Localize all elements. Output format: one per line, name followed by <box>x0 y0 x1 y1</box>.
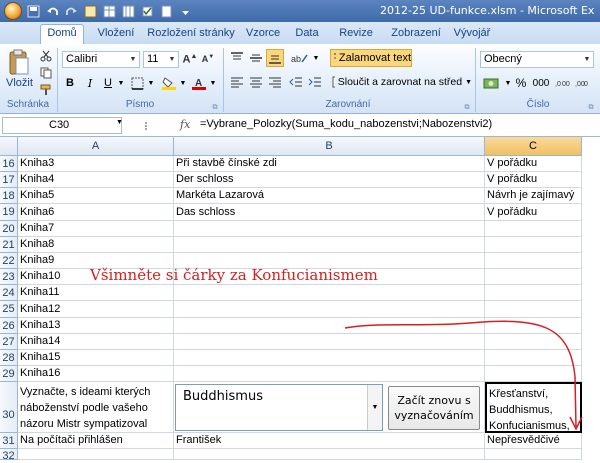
font-size-value: 11 <box>147 53 159 65</box>
chevron-down-icon[interactable]: ▼ <box>209 74 217 92</box>
worksheet-grid[interactable]: A B C 16 Kniha3 Při stavbě čínské zdi V poř… <box>0 137 600 462</box>
sheet-icon[interactable] <box>158 3 174 19</box>
chevron-down-icon: ▼ <box>583 56 591 63</box>
chevron-down-icon: ▼ <box>465 78 472 86</box>
shrink-font-icon[interactable]: A▼ <box>200 50 216 68</box>
alignment-group-label: Zarovnání <box>325 99 371 110</box>
paste-label[interactable]: Vložit <box>6 77 33 89</box>
quick-access-toolbar <box>4 2 193 20</box>
align-top-icon[interactable] <box>228 49 246 67</box>
name-box[interactable]: C30 <box>2 117 122 134</box>
formula-bar: C30 ▼ fx =Vybrane_Polozky(Suma_kodu_nabo… <box>0 115 600 137</box>
orientation-icon[interactable]: ab <box>287 49 311 67</box>
merge-center-label: Sloučit a zarovnat na střed <box>337 76 463 88</box>
ribbon: Vložit Schránka Calibri ▼ 11 ▼ A▲ A▼ B I… <box>0 44 600 114</box>
font-color-icon[interactable]: A <box>190 74 208 92</box>
undo-icon[interactable] <box>44 3 60 19</box>
clipboard-group-label: Schránka <box>6 99 50 110</box>
align-right-icon[interactable] <box>266 73 284 91</box>
table-icon[interactable] <box>101 3 117 19</box>
increase-indent-icon[interactable] <box>306 73 324 91</box>
bold-button[interactable]: B <box>62 74 78 92</box>
ribbon-tabs: Domů Vložení Rozložení stránky Vzorce Da… <box>0 22 600 44</box>
copy-icon[interactable] <box>38 64 54 82</box>
borders-icon[interactable] <box>128 74 146 92</box>
grow-font-icon[interactable]: A▲ <box>182 50 198 68</box>
tab-data[interactable]: Data <box>292 26 322 44</box>
chevron-down-icon: ▼ <box>168 56 176 63</box>
font-group-label: Písmo <box>125 99 155 110</box>
title-bar: 2012-25 UD-funkce.xlsm - Microsoft Ex <box>0 0 600 22</box>
customize-qat-icon[interactable] <box>177 3 193 19</box>
chevron-down-icon[interactable]: ▼ <box>312 49 320 67</box>
increase-decimal-icon[interactable]: ,0 00 <box>554 74 572 92</box>
chevron-down-icon[interactable]: ▼ <box>117 74 125 92</box>
italic-button[interactable]: I <box>82 74 98 92</box>
svg-text:00: 00 <box>562 81 570 88</box>
tab-formulas[interactable]: Vzorce <box>243 26 283 44</box>
save-icon[interactable] <box>25 3 41 19</box>
align-left-icon[interactable] <box>228 73 246 91</box>
percent-button[interactable]: % <box>514 74 528 92</box>
underline-button[interactable]: U <box>100 74 116 92</box>
tab-home[interactable]: Domů <box>40 24 84 44</box>
svg-text:ab: ab <box>291 54 301 64</box>
decrease-indent-icon[interactable] <box>287 73 305 91</box>
fill-color-icon[interactable] <box>160 74 178 92</box>
tab-insert[interactable]: Vložení <box>94 26 138 44</box>
chevron-down-icon[interactable]: ▼ <box>504 74 512 92</box>
chevron-down-icon: ▼ <box>129 56 137 63</box>
currency-icon[interactable] <box>480 74 504 92</box>
align-middle-icon[interactable] <box>247 49 265 67</box>
wrap-text-button[interactable]: Zalamovat text <box>330 49 412 67</box>
paste-icon[interactable] <box>4 48 32 78</box>
formula-input[interactable]: =Vybrane_Polozky(Suma_kodu_nabozenstvi;N… <box>200 118 492 130</box>
fx-icon[interactable]: fx <box>180 118 190 131</box>
number-format-value: Obecný <box>484 53 522 65</box>
cut-icon[interactable] <box>38 47 54 65</box>
redo-icon[interactable] <box>63 3 79 19</box>
grid-icon[interactable] <box>120 3 136 19</box>
thousands-separator-button[interactable]: 000 <box>530 74 552 92</box>
chevron-down-icon[interactable]: ▼ <box>147 74 155 92</box>
wrap-text-icon <box>334 53 336 59</box>
font-size-select[interactable]: 11 ▼ <box>143 51 179 68</box>
annotation-arrow-icon <box>344 320 583 431</box>
wrap-text-label: Zalamovat text <box>338 52 411 64</box>
formula-bar-resize-handle[interactable] <box>140 118 170 134</box>
number-group-label: Číslo <box>526 99 550 110</box>
form-icon[interactable] <box>82 3 98 19</box>
tab-review[interactable]: Revize <box>338 26 374 44</box>
align-center-icon[interactable] <box>247 73 265 91</box>
checkbox-icon[interactable] <box>139 3 155 19</box>
merge-center-icon <box>332 76 335 88</box>
format-painter-icon[interactable] <box>38 81 54 99</box>
tab-page-layout[interactable]: Rozložení stránky <box>146 26 236 44</box>
tab-view[interactable]: Zobrazení <box>389 26 443 44</box>
merge-center-button[interactable]: Sloučit a zarovnat na střed ▼ <box>330 73 472 91</box>
number-format-select[interactable]: Obecný ▼ <box>480 51 594 68</box>
window-title: 2012-25 UD-funkce.xlsm - Microsoft Ex <box>380 4 595 17</box>
svg-text:,0: ,0 <box>555 81 561 88</box>
chevron-down-icon[interactable]: ▼ <box>116 119 123 126</box>
font-name-select[interactable]: Calibri ▼ <box>62 51 140 68</box>
font-name-value: Calibri <box>66 53 98 65</box>
align-bottom-icon[interactable] <box>266 49 284 67</box>
tab-developer[interactable]: Vývojář <box>452 26 492 44</box>
chevron-down-icon[interactable]: ▼ <box>179 74 187 92</box>
decrease-decimal-icon[interactable]: ,00 0 <box>574 74 592 92</box>
office-button[interactable] <box>4 2 22 20</box>
svg-text:0: 0 <box>584 81 588 88</box>
